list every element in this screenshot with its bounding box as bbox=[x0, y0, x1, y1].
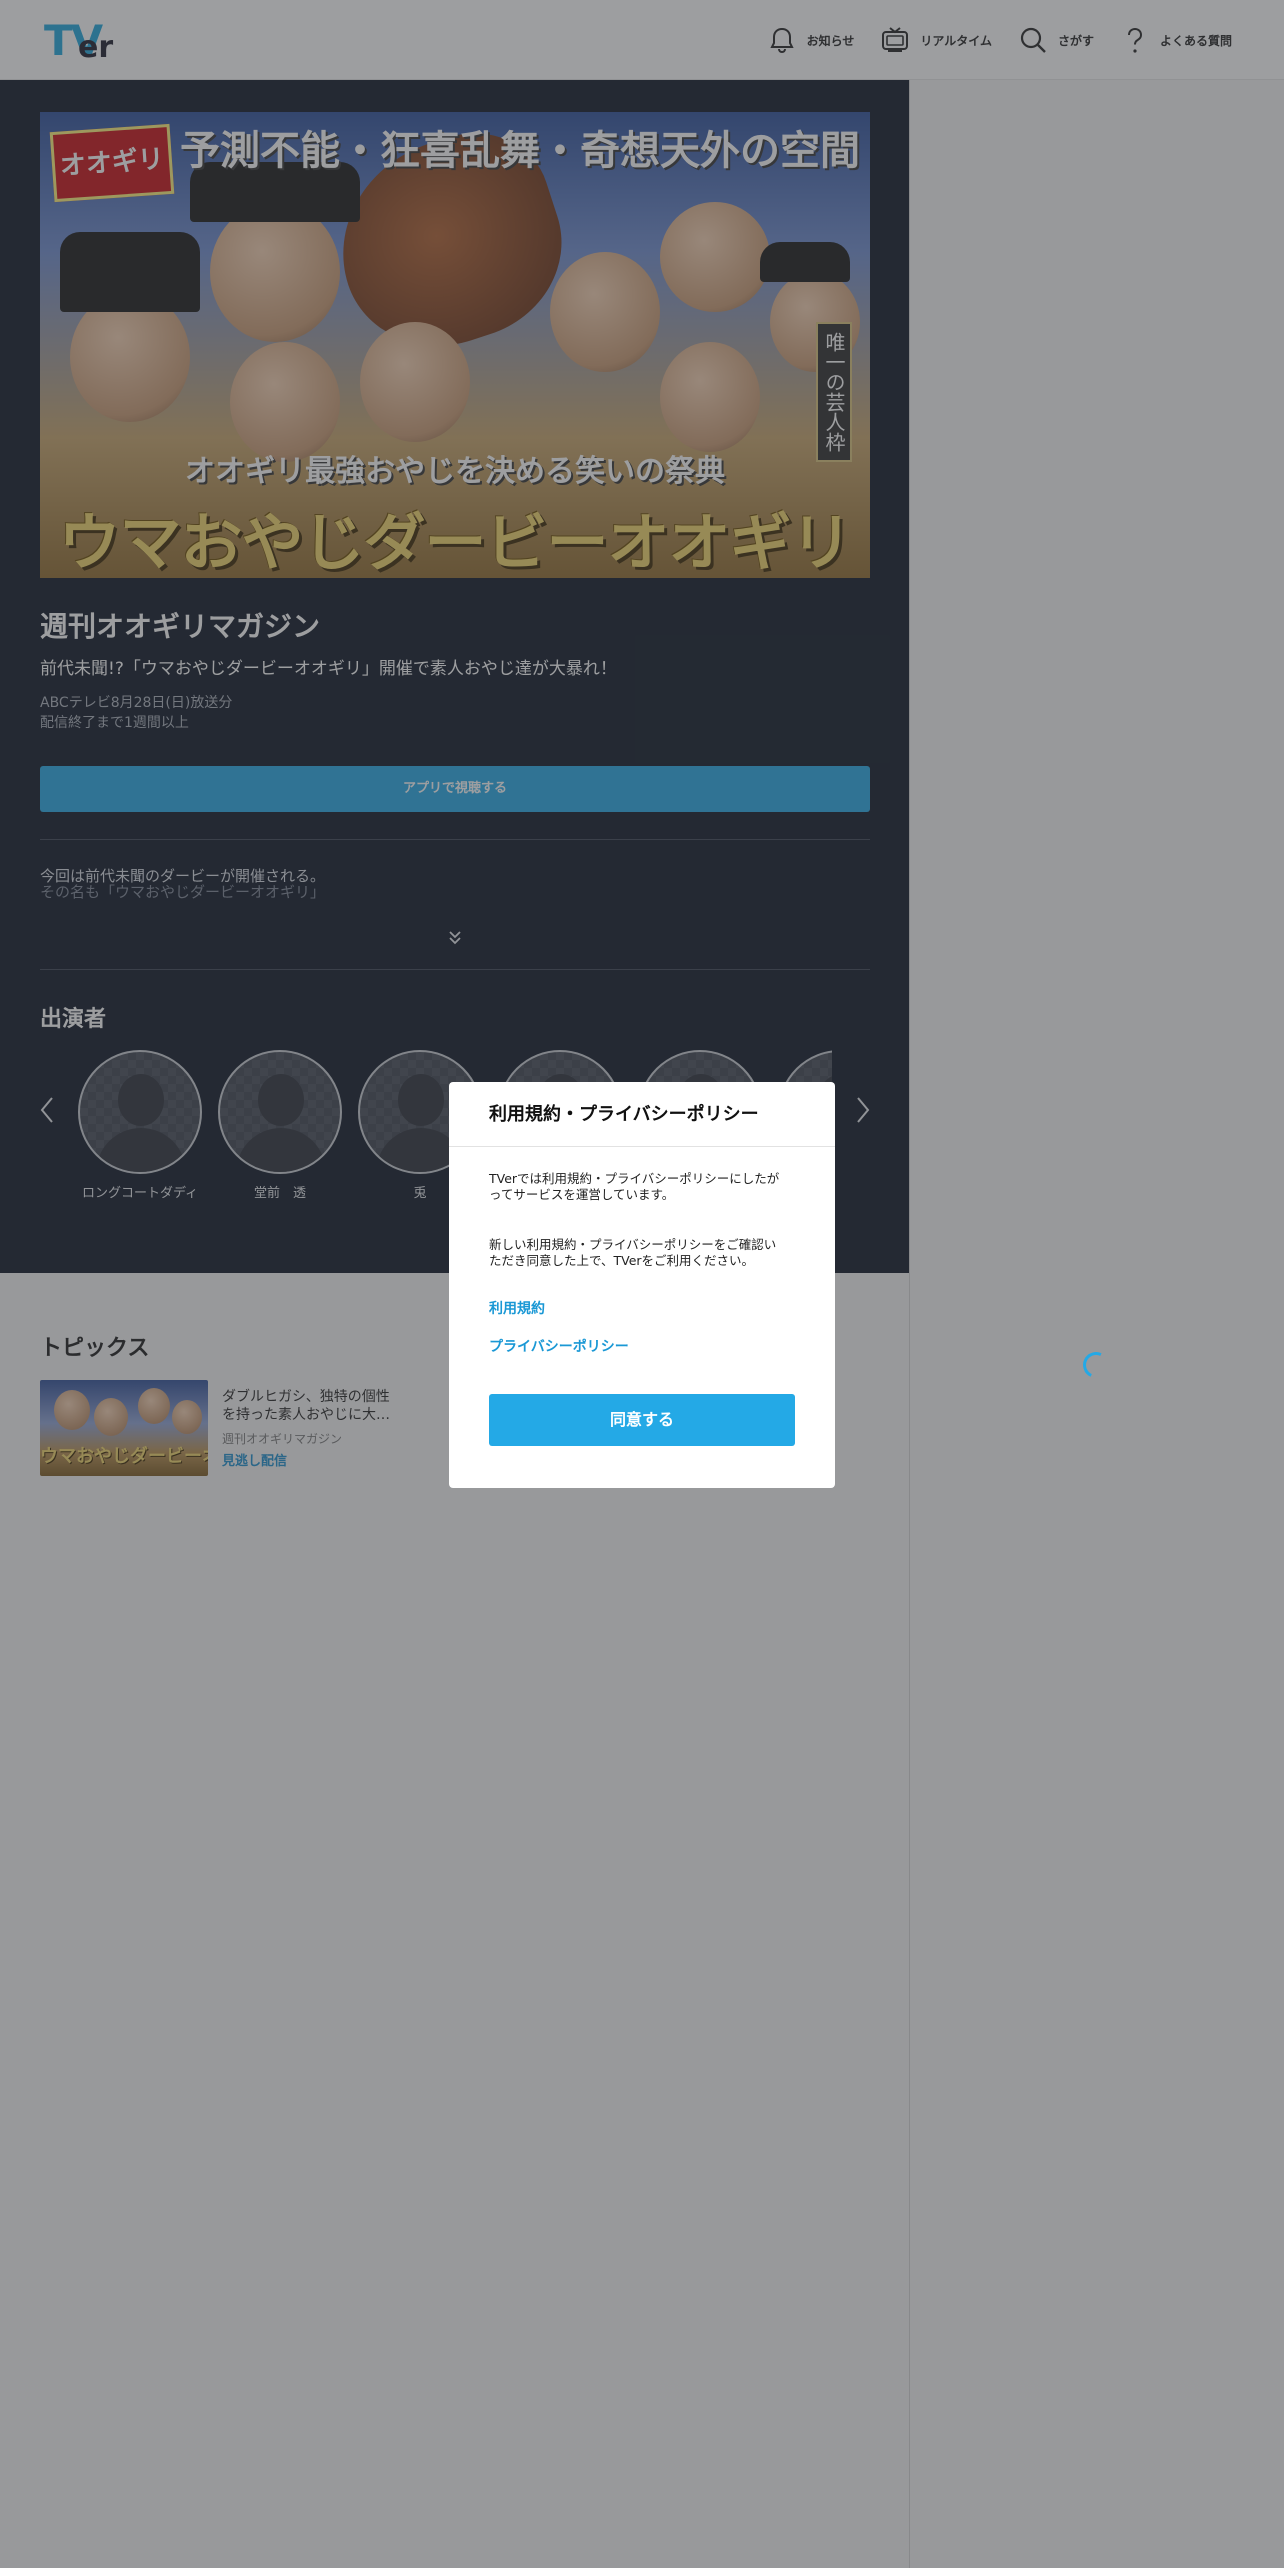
modal-text: ってサービスを運営しています。 bbox=[489, 1187, 675, 1202]
modal-text: ただき同意した上で、TVerをご利用ください。 bbox=[489, 1253, 755, 1268]
modal-title: 利用規約・プライバシーポリシー bbox=[489, 1104, 759, 1125]
modal-divider bbox=[449, 1146, 835, 1147]
privacy-policy-link[interactable]: プライバシーポリシー bbox=[489, 1336, 629, 1356]
terms-link[interactable]: 利用規約 bbox=[489, 1298, 545, 1318]
terms-modal: 利用規約・プライバシーポリシー TVerでは利用規約・プライバシーポリシーにした… bbox=[449, 1082, 835, 1488]
agree-button[interactable]: 同意する bbox=[489, 1394, 795, 1446]
